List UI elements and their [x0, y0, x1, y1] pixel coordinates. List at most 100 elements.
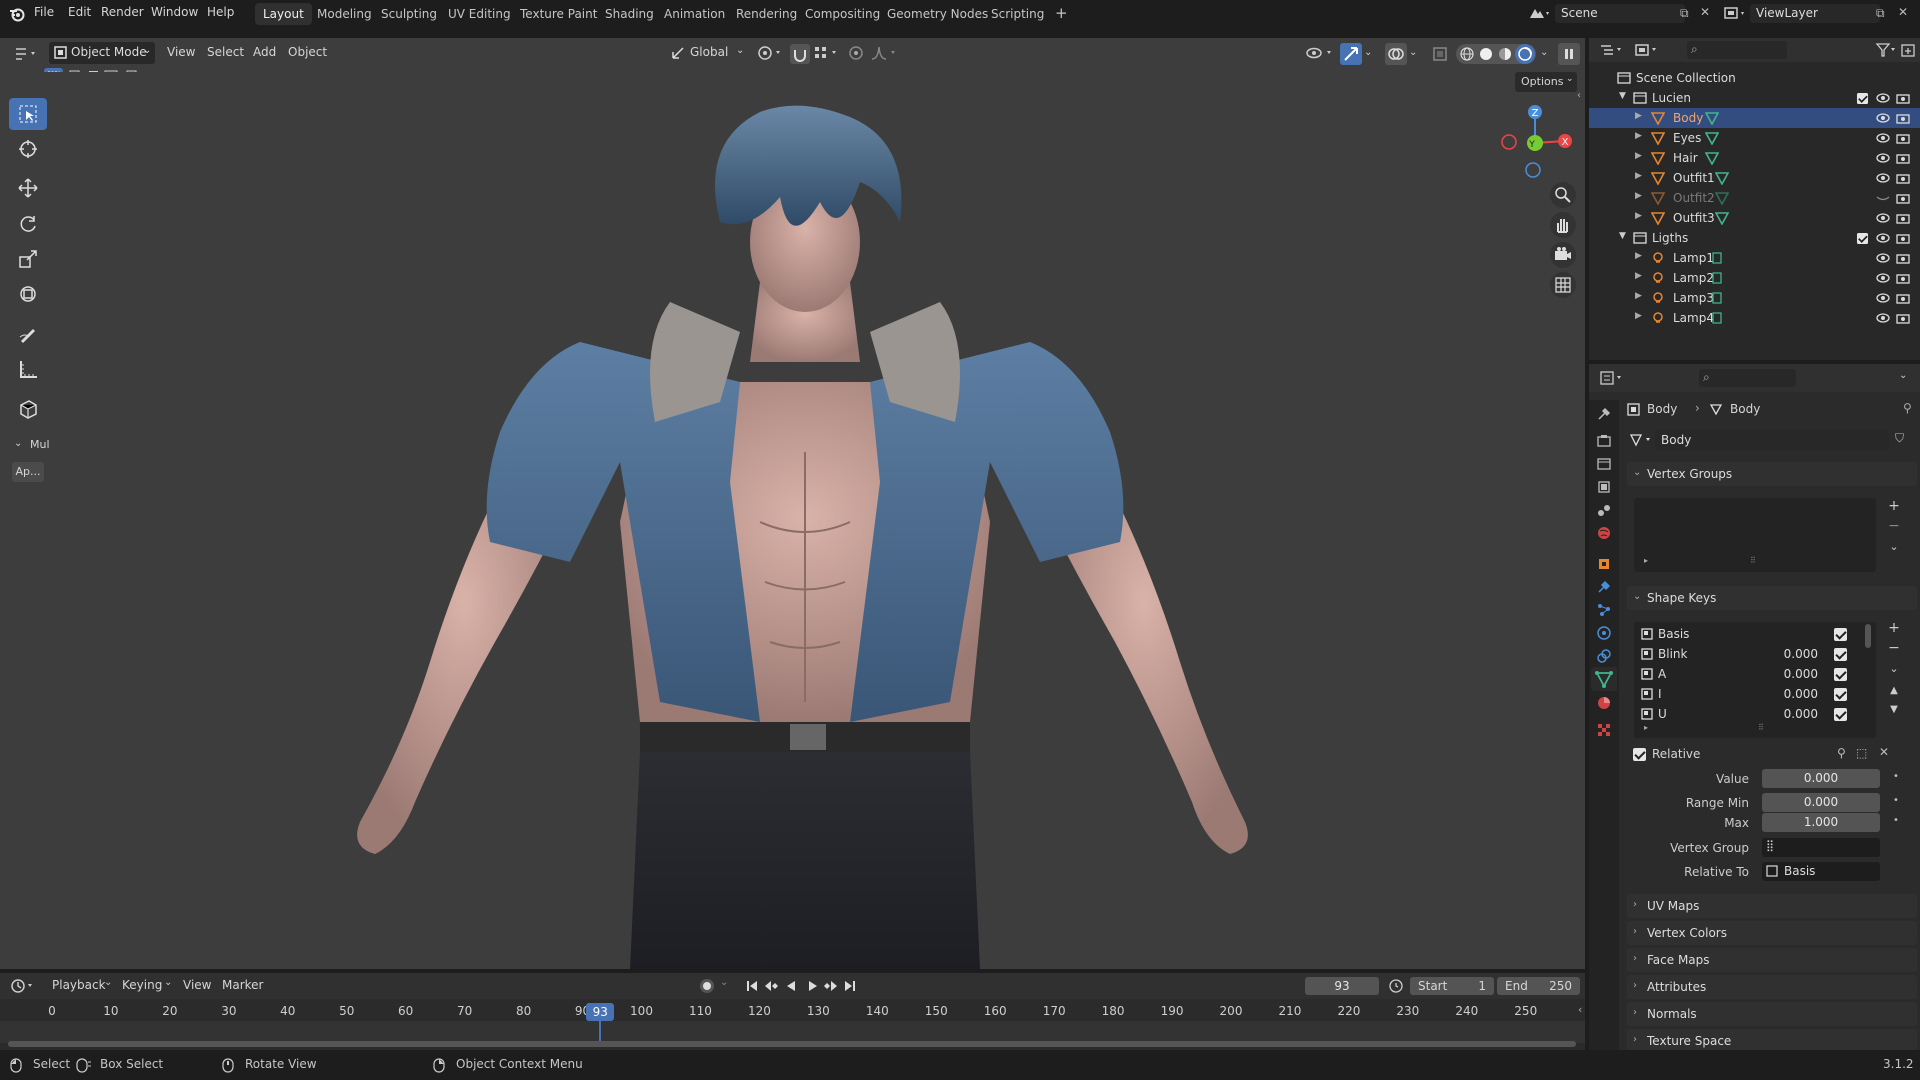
render-camera-icon[interactable] [1896, 272, 1910, 284]
tab-uv-editing[interactable]: UV Editing [440, 3, 519, 25]
shape-key-specials-icon[interactable]: ⌄ [1885, 662, 1903, 680]
mesh-data-icon[interactable] [1705, 111, 1719, 125]
visibility-eye-icon[interactable] [1876, 232, 1890, 244]
object-tab-icon[interactable] [1596, 556, 1612, 572]
object-collapsed-icon[interactable]: ▶ [1635, 151, 1642, 161]
collection-expanded-icon[interactable]: ▼ [1619, 91, 1626, 101]
clear-shape-keys-icon[interactable]: ✕ [1879, 745, 1889, 759]
object-collapsed-icon[interactable]: ▶ [1635, 311, 1642, 321]
filter-icon[interactable] [1875, 42, 1897, 58]
object-collapsed-icon[interactable]: ▶ [1635, 131, 1642, 141]
use-preview-range-icon[interactable] [1388, 978, 1404, 994]
add-shape-key-icon[interactable]: + [1885, 620, 1903, 638]
new-collection-icon[interactable] [1900, 42, 1916, 58]
tab-modeling[interactable]: Modeling [309, 3, 380, 25]
move-shape-key-up-icon[interactable]: ▲ [1885, 685, 1903, 703]
visibility-eye-icon[interactable] [1876, 152, 1890, 164]
tab-animation[interactable]: Animation [656, 3, 733, 25]
play-icon[interactable] [809, 981, 817, 991]
visibility-eye-icon[interactable] [1876, 252, 1890, 264]
vertex-groups-list[interactable]: ▸ ⠿ [1634, 498, 1876, 572]
panel-vertex-colors[interactable]: › Vertex Colors [1627, 921, 1917, 945]
menu-window[interactable]: Window [151, 5, 198, 19]
view-layer-icon[interactable] [1722, 4, 1748, 23]
menu-file[interactable]: File [34, 5, 54, 19]
object-collapsed-icon[interactable]: ▶ [1635, 271, 1642, 281]
outliner-row-object[interactable]: ▶ Eyes [1589, 128, 1920, 148]
tab-sculpting[interactable]: Sculpting [373, 3, 445, 25]
outliner-row-object[interactable]: ▶ Lamp2 [1589, 268, 1920, 288]
outliner-row-object[interactable]: ▶ Outfit3 [1589, 208, 1920, 228]
object-collapsed-icon[interactable]: ▶ [1635, 291, 1642, 301]
shape-key-value[interactable]: 0.000 [1758, 667, 1818, 681]
previous-keyframe-icon[interactable] [765, 981, 778, 991]
world-tab-icon[interactable] [1596, 525, 1612, 541]
vertex-group-specials-icon[interactable]: ⌄ [1885, 540, 1903, 558]
scene-close-icon[interactable]: ✕ [1700, 5, 1710, 19]
mesh-data-icon[interactable] [1629, 433, 1655, 447]
shape-key-item[interactable]: Basis [1638, 624, 1852, 644]
outliner-editor-type-icon[interactable] [1599, 42, 1627, 58]
object-collapsed-icon[interactable]: ▶ [1635, 111, 1642, 121]
rotate-tool-icon[interactable] [9, 208, 47, 240]
particles-tab-icon[interactable] [1596, 602, 1612, 618]
render-camera-icon[interactable] [1896, 132, 1910, 144]
mesh-data-icon[interactable] [1705, 131, 1719, 145]
wireframe-shading-icon[interactable] [1459, 46, 1475, 62]
timeline-menu-keying[interactable]: Keying [122, 978, 162, 992]
collection-include-checkbox[interactable] [1856, 232, 1869, 245]
shape-key-value[interactable]: 0.000 [1758, 707, 1818, 721]
scene-tab-icon[interactable] [1596, 502, 1612, 518]
snap-target-icon[interactable] [813, 45, 841, 61]
list-resize-handle-icon[interactable]: ⠿ [1750, 556, 1756, 565]
shape-key-edit-mode-icon[interactable]: ⬚ [1856, 746, 1867, 760]
texture-tab-icon[interactable] [1596, 722, 1612, 738]
tab-scripting[interactable]: Scripting [983, 3, 1052, 25]
outliner-row-collection[interactable]: ▼ Ligths [1589, 228, 1920, 248]
render-camera-icon[interactable] [1896, 172, 1910, 184]
outliner-row-object[interactable]: ▶ Outfit1 [1589, 168, 1920, 188]
solid-shading-icon[interactable] [1478, 46, 1494, 62]
camera-view-icon[interactable] [1550, 242, 1576, 268]
panel-face-maps[interactable]: › Face Maps [1627, 948, 1917, 972]
timeline-track[interactable] [0, 1021, 1585, 1043]
tab-shading[interactable]: Shading [597, 3, 662, 25]
navigation-gizmo[interactable]: Z Y X [1485, 100, 1575, 190]
value-field[interactable]: 0.000 [1762, 769, 1880, 788]
render-camera-icon[interactable] [1896, 292, 1910, 304]
mode-selector[interactable]: Object Mode ⌄ [49, 42, 155, 64]
panel-uv-maps[interactable]: › UV Maps [1627, 894, 1917, 918]
visibility-eye-icon[interactable] [1876, 312, 1890, 324]
view-layer-field[interactable]: ViewLayer [1750, 4, 1880, 23]
viewport-menu-select[interactable]: Select [207, 45, 244, 59]
measure-tool-icon[interactable] [9, 353, 47, 385]
pan-view-icon[interactable] [1550, 212, 1576, 238]
light-data-icon[interactable] [1710, 311, 1724, 325]
vertex-group-field[interactable]: ⣿ [1762, 838, 1880, 857]
shape-keys-resize-handle-icon[interactable]: ⠿ [1758, 723, 1764, 732]
timeline-menu-marker[interactable]: Marker [222, 978, 263, 992]
viewport-menu-add[interactable]: Add [253, 45, 276, 59]
tab-geometry-nodes[interactable]: Geometry Nodes [879, 3, 996, 25]
outliner-row-object[interactable]: ▶ Lamp4 [1589, 308, 1920, 328]
playhead-frame-badge[interactable]: 93 [586, 1003, 615, 1021]
shape-key-item[interactable]: U 0.000 [1638, 704, 1852, 724]
view-layer-tab-icon[interactable] [1596, 479, 1612, 495]
shape-key-item[interactable]: A 0.000 [1638, 664, 1852, 684]
data-tab-icon[interactable] [1591, 667, 1617, 691]
shape-key-item[interactable]: I 0.000 [1638, 684, 1852, 704]
properties-search-input[interactable]: ⌕ [1699, 369, 1796, 387]
shape-key-mute-checkbox[interactable] [1834, 688, 1847, 701]
mesh-data-icon[interactable] [1705, 151, 1719, 165]
select-box-tool-icon[interactable] [9, 98, 47, 130]
menu-render[interactable]: Render [101, 5, 144, 19]
scale-tool-icon[interactable] [9, 243, 47, 275]
object-collapsed-icon[interactable]: ▶ [1635, 211, 1642, 221]
timeline-scrollbar[interactable] [8, 1041, 1576, 1047]
tool-tab-icon[interactable] [1596, 406, 1612, 422]
mesh-data-icon[interactable] [1715, 191, 1729, 205]
cursor-tool-icon[interactable] [9, 133, 47, 165]
pivot-point-icon[interactable] [757, 45, 785, 61]
rendered-shading-icon[interactable] [1515, 44, 1535, 64]
render-tab-icon[interactable] [1596, 433, 1612, 449]
